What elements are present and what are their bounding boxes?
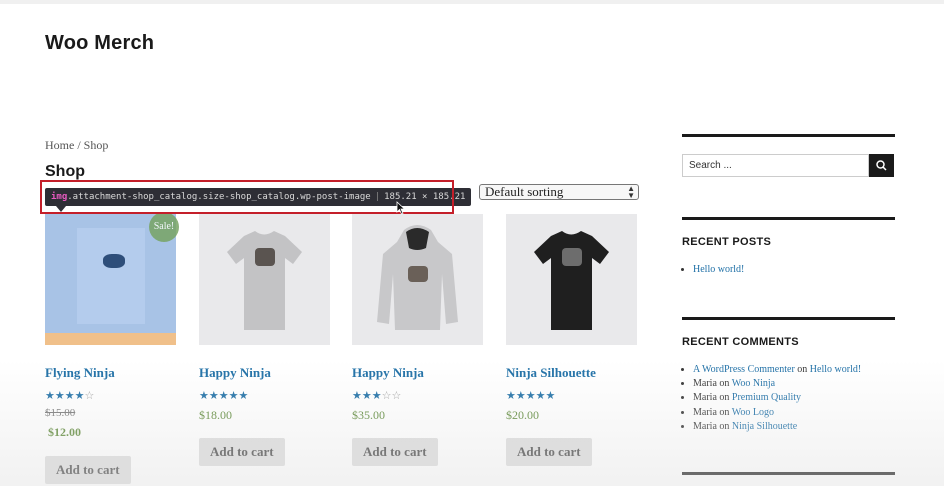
sidebar-divider bbox=[682, 217, 895, 220]
product-card: Flying Ninja ★★★★☆ $15.00 $12.00 Add to … bbox=[45, 212, 179, 484]
add-to-cart-button[interactable]: Add to cart bbox=[506, 438, 592, 466]
comment-post-link[interactable]: Woo Logo bbox=[732, 407, 774, 418]
product-card: Happy Ninja ★★★★★ $18.00 Add to cart bbox=[199, 214, 330, 466]
poster-shape bbox=[77, 228, 145, 324]
comment-author-link[interactable]: A WordPress Commenter bbox=[693, 364, 795, 375]
add-to-cart-button[interactable]: Add to cart bbox=[199, 438, 285, 466]
on-text: on bbox=[719, 392, 730, 404]
price: $18.00 bbox=[199, 408, 232, 422]
product-card: Happy Ninja ★★★☆☆ $35.00 Add to cart bbox=[352, 214, 483, 466]
list-item: Maria on Ninja Silhouette bbox=[693, 420, 861, 434]
image-bottom-highlight bbox=[45, 333, 176, 345]
sidebar-divider bbox=[682, 317, 895, 320]
comment-author: Maria bbox=[693, 378, 717, 390]
recent-comments-list: A WordPress Commenter on Hello world! Ma… bbox=[682, 363, 861, 434]
comment-author: Maria bbox=[693, 406, 717, 418]
on-text: on bbox=[797, 364, 808, 375]
product-image[interactable] bbox=[199, 214, 330, 345]
sorting-select[interactable]: Default sorting ▲ ▼ bbox=[479, 184, 639, 200]
add-to-cart-button[interactable]: Add to cart bbox=[45, 456, 131, 484]
recent-comments-title: RECENT COMMENTS bbox=[682, 336, 799, 348]
product-card: Ninja Silhouette ★★★★★ $20.00 Add to car… bbox=[506, 214, 637, 466]
on-text: on bbox=[719, 406, 730, 418]
hoodie-icon bbox=[377, 225, 458, 330]
product-image[interactable] bbox=[352, 214, 483, 345]
sale-badge: Sale! bbox=[149, 212, 179, 242]
comment-post-link[interactable]: Premium Quality bbox=[732, 392, 801, 403]
add-to-cart-button[interactable]: Add to cart bbox=[352, 438, 438, 466]
top-bar bbox=[0, 0, 944, 4]
post-link[interactable]: Hello world! bbox=[693, 264, 744, 275]
list-item: Maria on Woo Ninja bbox=[693, 377, 861, 391]
recent-posts-title: RECENT POSTS bbox=[682, 236, 772, 248]
comment-post-link[interactable]: Hello world! bbox=[810, 364, 861, 375]
rating-stars: ★★★★★ bbox=[199, 390, 249, 402]
product-name[interactable]: Happy Ninja bbox=[199, 365, 330, 381]
list-item: Maria on Woo Logo bbox=[693, 406, 861, 420]
list-item: Hello world! bbox=[693, 263, 744, 277]
breadcrumb[interactable]: Home / Shop bbox=[45, 138, 108, 153]
list-item: A WordPress Commenter on Hello world! bbox=[693, 363, 861, 377]
on-text: on bbox=[719, 378, 730, 390]
search-input[interactable]: Search ... bbox=[682, 154, 869, 177]
sidebar-divider bbox=[682, 472, 895, 475]
product-name[interactable]: Ninja Silhouette bbox=[506, 365, 637, 381]
on-text: on bbox=[719, 420, 730, 432]
recent-posts-list: Hello world! bbox=[682, 263, 744, 277]
rating-stars: ★★★★★ bbox=[506, 390, 556, 402]
select-arrows-icon: ▲ ▼ bbox=[627, 184, 635, 200]
rating-stars: ★★★☆☆ bbox=[352, 390, 402, 402]
product-image[interactable] bbox=[506, 214, 637, 345]
old-price: $15.00 bbox=[45, 407, 76, 419]
ninja-figure bbox=[103, 254, 125, 268]
tshirt-black-icon bbox=[534, 231, 609, 330]
mouse-cursor-icon bbox=[396, 201, 406, 215]
comment-post-link[interactable]: Woo Ninja bbox=[732, 378, 775, 389]
price: $20.00 bbox=[506, 408, 539, 422]
sale-price: $12.00 bbox=[48, 425, 81, 439]
tshirt-gray-icon bbox=[227, 231, 302, 330]
page-title: Shop bbox=[45, 163, 85, 180]
comment-author: Maria bbox=[693, 420, 717, 432]
annotation-highlight-box bbox=[40, 180, 454, 214]
price: $35.00 bbox=[352, 408, 385, 422]
list-item: Maria on Premium Quality bbox=[693, 391, 861, 405]
product-name[interactable]: Happy Ninja bbox=[352, 365, 483, 381]
site-title[interactable]: Woo Merch bbox=[45, 32, 154, 55]
sorting-selected: Default sorting bbox=[485, 184, 564, 199]
comment-author: Maria bbox=[693, 392, 717, 404]
product-name[interactable]: Flying Ninja bbox=[45, 365, 176, 381]
rating-stars: ★★★★☆ bbox=[45, 390, 95, 402]
comment-post-link[interactable]: Ninja Silhouette bbox=[732, 421, 797, 432]
search-icon bbox=[876, 160, 887, 171]
search-button[interactable] bbox=[869, 154, 894, 177]
sidebar-divider bbox=[682, 134, 895, 137]
